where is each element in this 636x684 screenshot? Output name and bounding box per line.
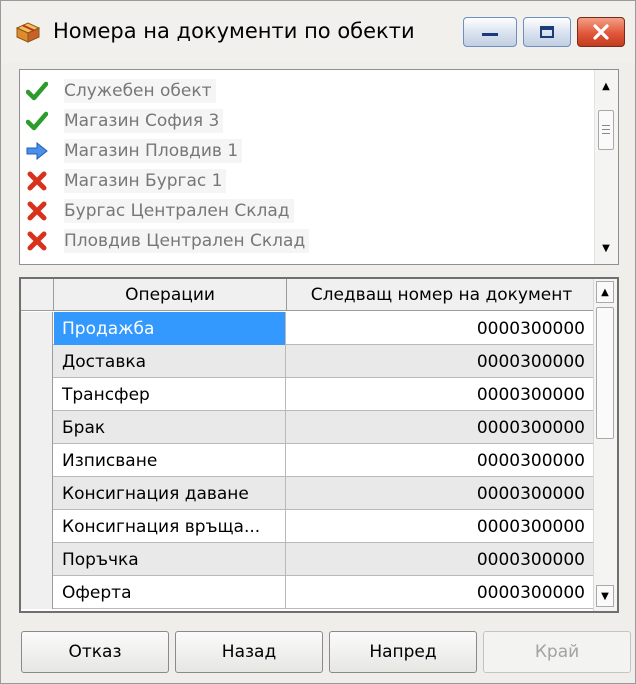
grid-scrollbar[interactable]: ▲ ▼ bbox=[593, 279, 617, 611]
operation-cell[interactable]: Брак bbox=[54, 411, 286, 444]
cancel-button[interactable]: Отказ bbox=[21, 631, 169, 673]
row-indicator[interactable] bbox=[21, 411, 53, 444]
minimize-button[interactable] bbox=[463, 17, 517, 47]
list-item[interactable]: Магазин София 3 bbox=[22, 106, 224, 136]
grid-header: Операции Следващ номер на документ bbox=[21, 279, 597, 311]
maximize-icon bbox=[524, 18, 570, 46]
maximize-button[interactable] bbox=[523, 17, 571, 47]
window-title: Номера на документи по обекти bbox=[53, 19, 415, 43]
table-row[interactable]: Продажба 0000300000 bbox=[21, 312, 597, 345]
object-label: Магазин Бургас 1 bbox=[64, 169, 227, 193]
list-item[interactable]: Магазин Пловдив 1 bbox=[22, 136, 243, 166]
scrollbar-thumb[interactable] bbox=[596, 307, 614, 439]
operation-cell[interactable]: Консигнация даване bbox=[54, 477, 286, 510]
list-item[interactable]: Магазин Бургас 1 bbox=[22, 166, 227, 196]
close-button[interactable] bbox=[577, 17, 625, 47]
row-indicator[interactable] bbox=[21, 444, 53, 477]
list-item[interactable]: Служебен обект bbox=[22, 76, 216, 106]
number-cell[interactable]: 0000300000 bbox=[287, 444, 591, 477]
number-cell[interactable]: 0000300000 bbox=[287, 378, 591, 411]
check-icon bbox=[24, 79, 50, 103]
table-row[interactable]: Поръчка 0000300000 bbox=[21, 543, 597, 576]
dialog-window: Номера на документи по обекти Служебен о… bbox=[0, 0, 636, 684]
object-label: Пловдив Централен Склад bbox=[64, 229, 310, 253]
table-row[interactable]: Консигнация връща... 0000300000 bbox=[21, 510, 597, 543]
row-indicator[interactable] bbox=[21, 477, 53, 510]
minimize-icon bbox=[464, 18, 516, 46]
table-row[interactable]: Трансфер 0000300000 bbox=[21, 378, 597, 411]
row-indicator[interactable] bbox=[21, 576, 53, 609]
scroll-up-icon[interactable]: ▲ bbox=[596, 281, 614, 303]
row-indicator[interactable] bbox=[21, 378, 53, 411]
number-cell[interactable]: 0000300000 bbox=[287, 510, 591, 543]
table-row[interactable]: Доставка 0000300000 bbox=[21, 345, 597, 378]
table-row[interactable]: Оферта 0000300000 bbox=[21, 576, 597, 609]
object-list-scrollbar[interactable]: ▲ ▼ bbox=[594, 70, 618, 264]
next-button[interactable]: Напред bbox=[329, 631, 477, 673]
number-cell[interactable]: 0000300000 bbox=[287, 345, 591, 378]
object-label: Магазин София 3 bbox=[64, 109, 224, 133]
operation-cell[interactable]: Изписване bbox=[54, 444, 286, 477]
title-bar[interactable]: Номера на документи по обекти bbox=[1, 1, 635, 63]
close-icon bbox=[578, 18, 624, 46]
operation-cell[interactable]: Оферта bbox=[54, 576, 286, 609]
package-icon bbox=[15, 21, 41, 43]
number-cell[interactable]: 0000300000 bbox=[287, 543, 591, 576]
object-label: Бургас Централен Склад bbox=[64, 199, 294, 223]
list-item[interactable]: Пловдив Централен Склад bbox=[22, 226, 310, 256]
table-row[interactable]: Изписване 0000300000 bbox=[21, 444, 597, 477]
cross-icon bbox=[24, 169, 50, 193]
number-cell[interactable]: 0000300000 bbox=[287, 477, 591, 510]
scroll-up-icon[interactable]: ▲ bbox=[595, 76, 617, 96]
cross-icon bbox=[24, 199, 50, 223]
operation-cell[interactable]: Трансфер bbox=[54, 378, 286, 411]
table-row[interactable]: Брак 0000300000 bbox=[21, 411, 597, 444]
operation-cell[interactable]: Доставка bbox=[54, 345, 286, 378]
table-row[interactable]: Консигнация даване 0000300000 bbox=[21, 477, 597, 510]
row-indicator[interactable] bbox=[21, 543, 53, 576]
column-header-operations[interactable]: Операции bbox=[54, 279, 287, 311]
number-cell[interactable]: 0000300000 bbox=[287, 312, 591, 345]
row-indicator[interactable] bbox=[21, 510, 53, 543]
back-button[interactable]: Назад bbox=[175, 631, 323, 673]
scrollbar-thumb[interactable] bbox=[598, 110, 614, 150]
cross-icon bbox=[24, 229, 50, 253]
scroll-down-icon[interactable]: ▼ bbox=[596, 585, 614, 607]
finish-button[interactable]: Край bbox=[483, 631, 631, 673]
operation-cell[interactable]: Консигнация връща... bbox=[54, 510, 286, 543]
operation-cell[interactable]: Поръчка bbox=[54, 543, 286, 576]
row-indicator[interactable] bbox=[21, 345, 53, 378]
object-label: Магазин Пловдив 1 bbox=[64, 139, 243, 163]
list-item[interactable]: Бургас Централен Склад bbox=[22, 196, 294, 226]
number-cell[interactable]: 0000300000 bbox=[287, 576, 591, 609]
operation-cell[interactable]: Продажба bbox=[54, 312, 286, 345]
column-header-next-number[interactable]: Следващ номер на документ bbox=[287, 279, 597, 311]
number-cell[interactable]: 0000300000 bbox=[287, 411, 591, 444]
arrow-right-icon bbox=[24, 139, 50, 163]
object-list[interactable]: Служебен обект Магазин София 3 Магазин П… bbox=[19, 69, 619, 265]
header-indicator bbox=[21, 279, 54, 311]
scroll-down-icon[interactable]: ▼ bbox=[595, 238, 617, 258]
document-numbers-grid[interactable]: Операции Следващ номер на документ Прода… bbox=[19, 277, 619, 613]
check-icon bbox=[24, 109, 50, 133]
row-indicator[interactable] bbox=[21, 312, 53, 345]
object-label: Служебен обект bbox=[64, 79, 216, 103]
